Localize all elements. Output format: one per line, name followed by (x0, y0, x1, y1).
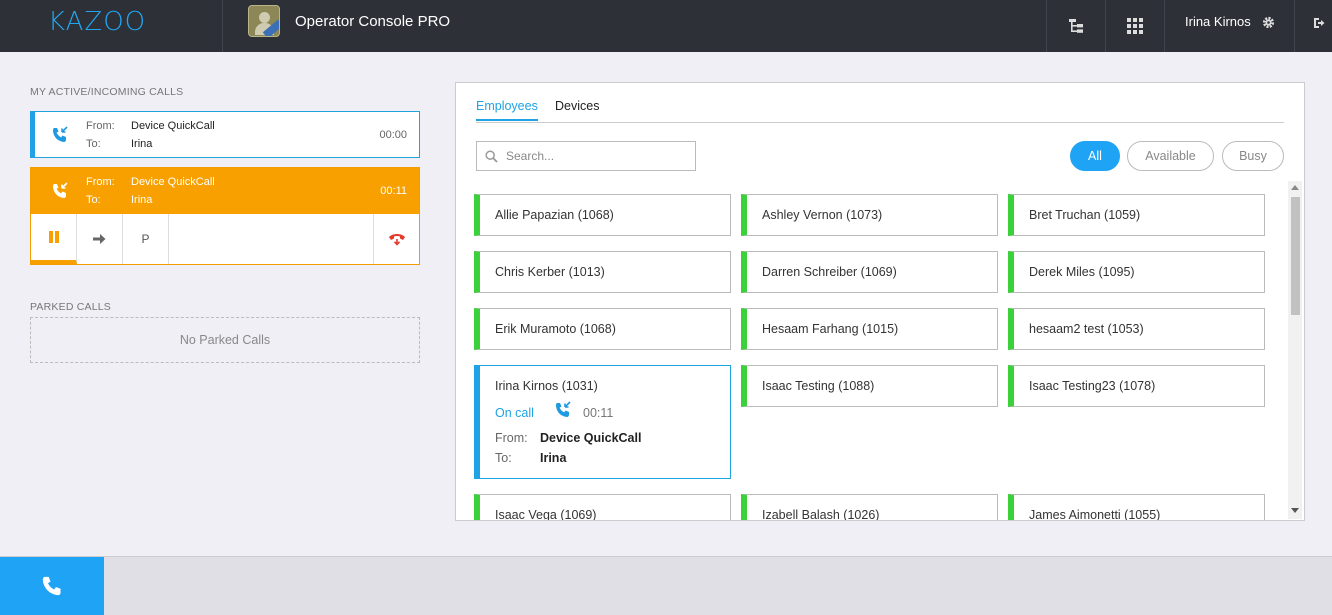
employee-card[interactable]: James Aimonetti (1055) (1008, 494, 1265, 521)
filter-busy[interactable]: Busy (1222, 141, 1284, 171)
tab-employees[interactable]: Employees (476, 99, 538, 121)
tab-devices[interactable]: Devices (555, 99, 599, 119)
employee-call-from: Device QuickCall (540, 431, 642, 445)
incoming-call-header[interactable]: From: Device QuickCall To: Irina 00:11 (31, 168, 419, 214)
employee-card[interactable]: hesaam2 test (1053) (1008, 308, 1265, 350)
divider (1294, 0, 1295, 52)
scroll-up-arrow-icon[interactable] (1291, 184, 1299, 190)
employee-name: Isaac Vega (1069) (495, 508, 597, 521)
employee-name: Chris Kerber (1013) (495, 265, 605, 279)
call-timer: 00:11 (380, 185, 407, 197)
call-to: Irina (131, 194, 153, 206)
call-from: Device QuickCall (131, 176, 215, 188)
search-input[interactable] (506, 149, 686, 163)
active-calls-label: MY ACTIVE/INCOMING CALLS (30, 86, 184, 98)
gear-icon (1262, 16, 1274, 28)
employee-name: Ashley Vernon (1073) (762, 208, 883, 222)
employee-name: Irina Kirnos (1031) (495, 379, 598, 393)
employee-card[interactable]: Hesaam Farhang (1015) (741, 308, 998, 350)
call-to: Irina (131, 138, 153, 150)
employee-card[interactable]: Derek Miles (1095) (1008, 251, 1265, 293)
employee-card[interactable]: Darren Schreiber (1069) (741, 251, 998, 293)
employee-name: Bret Truchan (1059) (1029, 208, 1141, 222)
call-timer: 00:00 (379, 129, 407, 141)
user-name[interactable]: Irina Kirnos (1185, 14, 1251, 29)
employee-card[interactable]: Isaac Testing23 (1078) (1008, 365, 1265, 407)
filter-available[interactable]: Available (1127, 141, 1214, 171)
divider (1164, 0, 1165, 52)
employee-name: Izabell Balash (1026) (762, 508, 880, 521)
filter-all[interactable]: All (1070, 141, 1120, 171)
employee-card[interactable]: Allie Papazian (1068) (474, 194, 731, 236)
employee-name: Darren Schreiber (1069) (762, 265, 897, 279)
arrow-right-icon (93, 234, 106, 244)
park-button[interactable]: P (123, 214, 169, 264)
phone-icon (42, 576, 61, 596)
app-launcher-button[interactable] (1106, 0, 1164, 52)
incoming-call-icon (53, 126, 68, 142)
divider (222, 0, 223, 52)
directory-panel: Employees Devices All Available Busy All… (455, 82, 1305, 521)
employee-card[interactable]: Izabell Balash (1026) (741, 494, 998, 521)
transfer-button[interactable] (77, 214, 123, 264)
employee-card[interactable]: Isaac Vega (1069) (474, 494, 731, 521)
top-bar: KAZOO Operator Console PRO Irina Kirnos (0, 0, 1332, 52)
search-box[interactable] (476, 141, 696, 171)
parked-calls-label: PARKED CALLS (30, 301, 111, 313)
employee-card-on-call[interactable]: Irina Kirnos (1031) On call 00:11 From: … (474, 365, 731, 479)
employee-name: Derek Miles (1095) (1029, 265, 1135, 279)
parked-calls-empty: No Parked Calls (30, 317, 420, 363)
employee-card[interactable]: Erik Muramoto (1068) (474, 308, 731, 350)
directory-tabs: Employees Devices (476, 97, 1284, 123)
call-from: Device QuickCall (131, 120, 215, 132)
dial-button[interactable] (0, 557, 104, 615)
hangup-button[interactable] (373, 214, 419, 264)
incoming-call-card[interactable]: From: Device QuickCall To: Irina 00:11 P (30, 167, 420, 265)
employee-name: hesaam2 test (1053) (1029, 322, 1144, 336)
search-icon (485, 149, 498, 163)
employee-card[interactable]: Chris Kerber (1013) (474, 251, 731, 293)
employee-name: Hesaam Farhang (1015) (762, 322, 899, 336)
bottom-bar (0, 556, 1332, 615)
incoming-call-icon (556, 401, 571, 417)
active-call-card[interactable]: From: Device QuickCall To: Irina 00:00 (30, 111, 420, 158)
logout-button[interactable] (1305, 0, 1332, 46)
sitemap-icon (1069, 19, 1083, 33)
logout-icon (1313, 18, 1324, 28)
incoming-call-icon (53, 182, 68, 198)
employee-status: On call (495, 406, 534, 420)
employee-name: Isaac Testing23 (1078) (1029, 379, 1156, 393)
employee-card[interactable]: Isaac Testing (1088) (741, 365, 998, 407)
employee-card[interactable]: Bret Truchan (1059) (1008, 194, 1265, 236)
org-tree-button[interactable] (1047, 0, 1105, 52)
employee-name: Erik Muramoto (1068) (495, 322, 616, 336)
settings-button[interactable] (1258, 0, 1278, 44)
employee-call-timer: 00:11 (583, 406, 614, 420)
employee-card[interactable]: Ashley Vernon (1073) (741, 194, 998, 236)
employee-name: Isaac Testing (1088) (762, 379, 875, 393)
kazoo-logo[interactable]: KAZOO (48, 7, 146, 37)
grid-icon (1127, 18, 1143, 34)
employee-name: Allie Papazian (1068) (495, 208, 614, 222)
pause-icon (48, 231, 59, 243)
scroll-down-arrow-icon[interactable] (1291, 508, 1299, 514)
scrollbar-thumb[interactable] (1291, 197, 1300, 315)
employee-name: James Aimonetti (1055) (1029, 508, 1161, 521)
operator-console-app-icon (248, 5, 280, 37)
hold-button[interactable] (31, 214, 77, 264)
hangup-icon (388, 234, 405, 246)
employee-call-to: Irina (540, 451, 567, 465)
app-title: Operator Console PRO (295, 13, 451, 30)
